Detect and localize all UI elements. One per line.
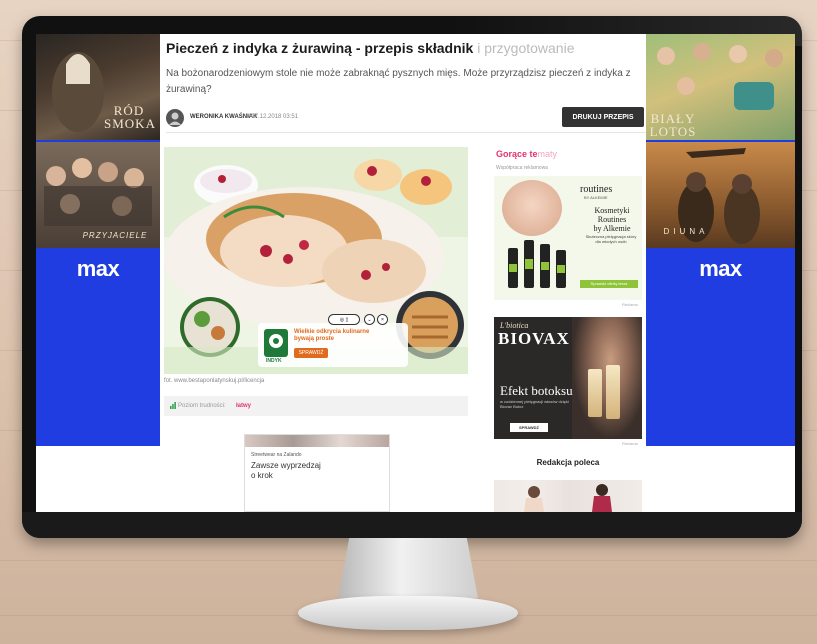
product-bottle xyxy=(540,244,550,288)
routines-ad[interactable]: routines BY ALKEMIE Kosmetyki Routines b… xyxy=(494,176,642,300)
monitor-chin xyxy=(22,512,802,538)
monitor-base xyxy=(298,596,518,630)
ad-body: w codziennej pielęgnacji włosów dzięki B… xyxy=(500,399,569,410)
ad-body: Skuteczna pielęgnacja skóry dla młodych … xyxy=(585,234,637,245)
poster-title: LOTOS xyxy=(649,124,697,139)
editors-pick-title: Redakcja poleca xyxy=(536,458,600,467)
max-logo: max xyxy=(699,256,742,281)
hero-image[interactable]: INDYK Wielkie odkrycia kulinarne bywają … xyxy=(164,147,468,374)
ad-headline: Wielkie odkrycia kulinarne bywają proste xyxy=(294,329,370,343)
ad-model-image xyxy=(502,180,562,236)
poster-diuna[interactable]: DIUNA xyxy=(646,142,795,248)
difficulty-bar: Poziom trudności: łatwy xyxy=(164,396,468,416)
page-title: Pieczeń z indyka z żurawiną - przepis sk… xyxy=(166,40,575,56)
poster-rod-smoka[interactable]: RÓD SMOKA xyxy=(36,34,160,140)
product-tube xyxy=(606,365,620,419)
product-bottle xyxy=(524,240,534,288)
ad-controls[interactable]: ◎ ▯ xyxy=(328,314,360,325)
publish-date: / 07.12.2018 03:51 xyxy=(248,114,299,120)
ad-text: Zawsze wyprzedzaj o krok xyxy=(251,461,321,481)
poster-przyjaciele[interactable]: PRZYJACIELE xyxy=(36,142,160,248)
difficulty-value: łatwy xyxy=(236,403,252,409)
ad-tag: Reklama xyxy=(622,441,638,446)
poster-title: SMOKA xyxy=(104,116,156,131)
article-column: Pieczeń z indyka z żurawiną - przepis sk… xyxy=(160,34,646,512)
info-icon[interactable]: ◎ ▯ xyxy=(340,317,349,323)
chevron-down-icon[interactable]: ⌄ xyxy=(364,314,375,325)
print-recipe-button[interactable]: DRUKUJ PRZEPIS xyxy=(562,107,644,127)
ad-image-strip xyxy=(245,435,389,447)
right-side-ad[interactable]: BIAŁY LOTOS DIUNA max xyxy=(646,34,795,446)
author-row: WERONIKA KWAŚNIAK / 07.12.2018 03:51 DRU… xyxy=(166,107,644,129)
left-side-ad[interactable]: RÓD SMOKA PRZYJACIELE max xyxy=(36,34,160,446)
fashion-models-image xyxy=(524,484,612,512)
close-icon[interactable]: × xyxy=(377,314,388,325)
poster-title: PRZYJACIELE xyxy=(82,231,148,240)
monitor-stand xyxy=(338,538,478,598)
ad-brand: BIOVAX xyxy=(498,329,570,348)
ad-cta-button[interactable]: SPRAWDŹ xyxy=(510,423,548,432)
poster-title: DIUNA xyxy=(663,227,709,236)
max-logo: max xyxy=(76,256,120,281)
ad-tag: Reklama xyxy=(622,302,638,307)
hot-topics-title: Gorące tematy xyxy=(496,149,558,159)
product-bottle xyxy=(556,250,566,288)
indyk-logo xyxy=(264,329,288,357)
sponsored-label: Współpraca reklamowa xyxy=(496,165,548,171)
product-bottle xyxy=(508,248,518,288)
user-icon xyxy=(169,112,181,125)
difficulty-label: Poziom trudności: xyxy=(178,403,226,409)
author-avatar[interactable] xyxy=(166,109,184,127)
ad-brand: INDYK xyxy=(266,358,282,364)
zalando-ad[interactable]: Streetwear na Zalando Zawsze wyprzedzaj … xyxy=(244,434,390,512)
ad-cta-button[interactable]: Sprawdź ofertę teraz xyxy=(580,280,638,288)
ad-brand-sub: BY ALKEMIE xyxy=(584,195,608,200)
product-tube xyxy=(588,369,602,417)
poster-bialy-lotos[interactable]: BIAŁY LOTOS xyxy=(646,34,795,140)
ad-headline: Kosmetyki Routines by Alkemie xyxy=(593,206,631,234)
article-lead: Na bożonarodzeniowym stole nie może zabr… xyxy=(166,68,631,95)
editors-pick-image[interactable] xyxy=(494,480,642,512)
bar-chart-icon xyxy=(170,402,176,409)
turkey-icon xyxy=(269,334,283,348)
divider xyxy=(166,132,646,133)
biovax-ad[interactable]: L'biotica BIOVAX Efekt botoksu w codzien… xyxy=(494,317,642,439)
image-credit: fot. www.bestaponlatynskuj.pl/licencja xyxy=(164,378,265,384)
ad-source: Streetwear na Zalando xyxy=(251,452,302,458)
ad-cta-button[interactable]: SPRAWDŹ xyxy=(294,348,328,358)
ad-headline: Efekt botoksu xyxy=(500,383,573,398)
browser-screen: RÓD SMOKA PRZYJACIELE max BIAŁY LOTOS DI… xyxy=(36,34,795,512)
ad-brand: routines xyxy=(580,184,613,195)
